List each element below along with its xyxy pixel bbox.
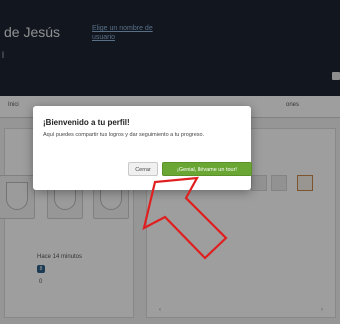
welcome-dialog: ¡Bienvenido a tu perfil! Aquí puedes com… <box>33 106 252 190</box>
dialog-body: Aquí puedes compartir tus logros y dar s… <box>43 132 205 138</box>
start-tour-button[interactable]: ¡Genial, llévame un tour! <box>162 162 252 176</box>
dialog-title: ¡Bienvenido a tu perfil! <box>43 118 130 127</box>
close-button[interactable]: Cerrar <box>128 162 158 176</box>
